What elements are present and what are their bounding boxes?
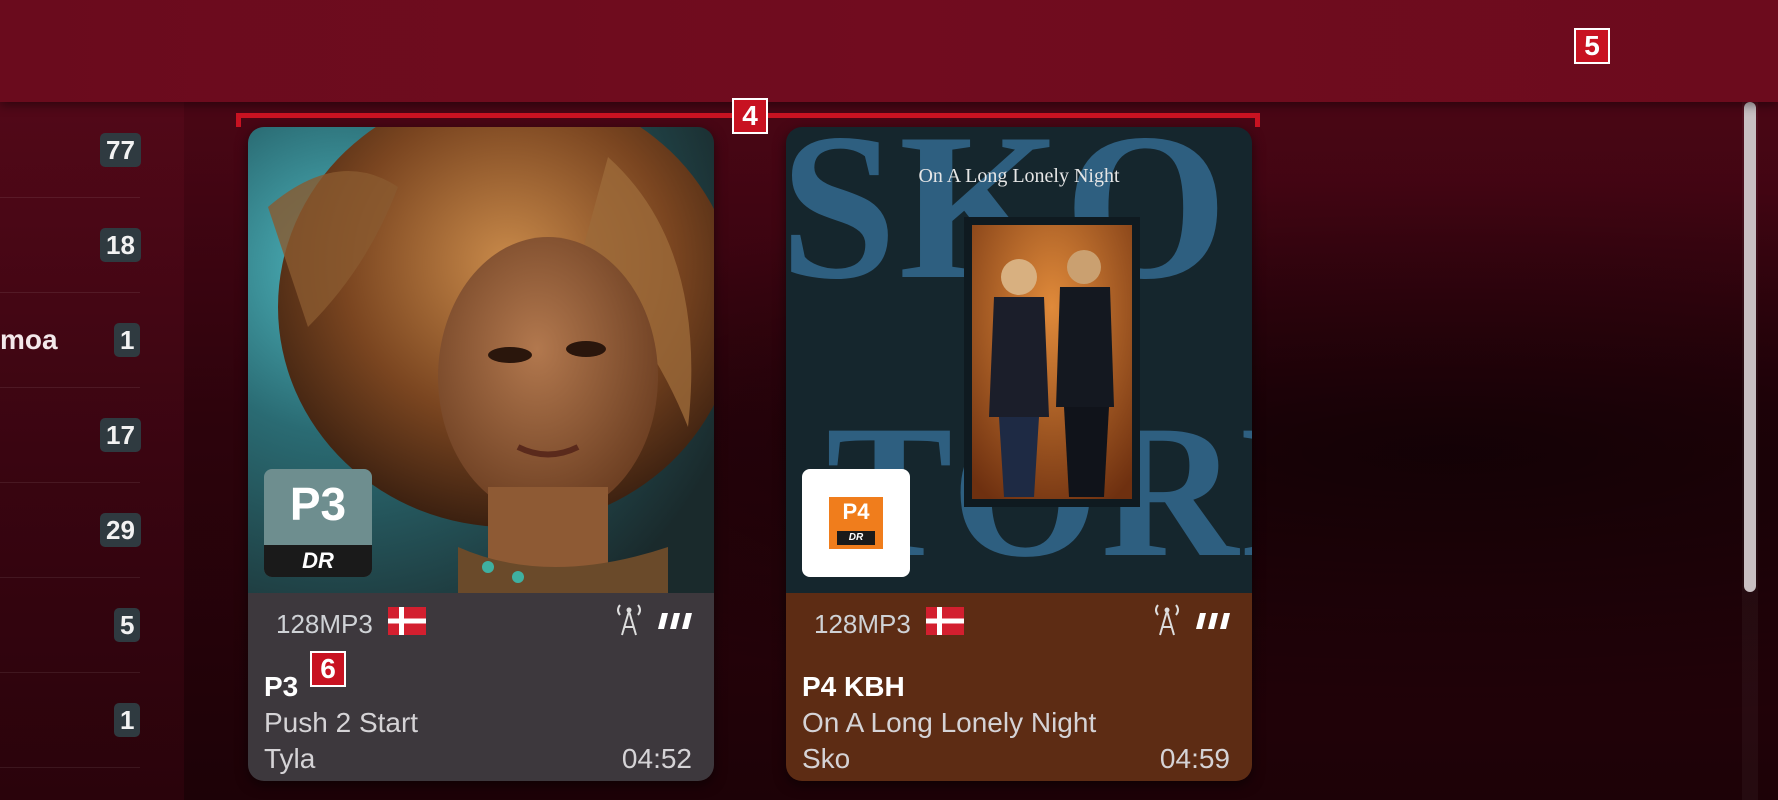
station-logo: P3 DR xyxy=(264,469,372,577)
sidebar-item[interactable]: 1 xyxy=(0,672,141,768)
count-badge: 17 xyxy=(100,417,141,452)
broadcast-tower-icon xyxy=(1155,604,1179,636)
signal-bars-icon xyxy=(1196,613,1230,629)
count-badge: 1 xyxy=(114,702,141,737)
sidebar: 77 18 moa 1 17 29 5 1 xyxy=(0,102,184,800)
sidebar-item[interactable]: 29 xyxy=(0,482,141,578)
sidebar-item-label: moa xyxy=(0,323,58,355)
station-info: 128MP3 P4 KBH On A Long Lonely Night Sko… xyxy=(786,593,1252,781)
sidebar-item-moa[interactable]: moa 1 xyxy=(0,292,141,388)
sidebar-item[interactable]: 5 xyxy=(0,577,141,673)
duration: 04:52 xyxy=(621,743,692,774)
annotation-marker-4: 4 xyxy=(732,98,768,134)
scrollbar-thumb[interactable] xyxy=(1744,102,1756,592)
station-card-p4-kbh[interactable]: SKO TORP On A Long Lonely Night P4 DR xyxy=(786,127,1252,781)
annotation-marker-5: 5 xyxy=(1574,28,1610,64)
sidebar-item[interactable]: 77 xyxy=(0,102,141,198)
song-title: Push 2 Start xyxy=(264,707,419,738)
station-info: 128MP3 P3 Push 2 Start Tyla 04:52 xyxy=(248,593,714,781)
bitrate: 128MP3 xyxy=(814,609,911,639)
count-badge: 29 xyxy=(100,512,141,547)
signal-bars-icon xyxy=(658,613,692,629)
album-title: On A Long Lonely Night xyxy=(918,165,1120,187)
count-badge: 77 xyxy=(100,132,141,167)
logo-sub: DR xyxy=(837,531,875,545)
sidebar-item[interactable]: 17 xyxy=(0,387,141,483)
logo-text: P4 xyxy=(842,499,870,524)
logo-text: P3 xyxy=(289,478,347,530)
logo-sub: DR xyxy=(264,545,372,577)
station-name: P4 KBH xyxy=(802,671,905,702)
broadcast-tower-icon xyxy=(617,604,641,636)
denmark-flag-icon xyxy=(388,607,426,635)
bitrate: 128MP3 xyxy=(276,609,373,639)
annotation-marker-6: 6 xyxy=(310,651,346,687)
sidebar-item[interactable]: 18 xyxy=(0,197,141,293)
count-badge: 1 xyxy=(114,322,141,357)
song-title: On A Long Lonely Night xyxy=(802,707,1097,738)
count-badge: 18 xyxy=(100,227,141,262)
album-photo xyxy=(964,217,1140,507)
top-bar xyxy=(0,0,1778,102)
artist-name: Sko xyxy=(802,743,851,774)
logo-block: P4 DR xyxy=(829,497,883,549)
duration: 04:59 xyxy=(1159,743,1230,774)
station-name: P3 xyxy=(264,671,299,702)
artist-name: Tyla xyxy=(264,743,316,774)
station-logo: P4 DR xyxy=(802,469,910,577)
count-badge: 5 xyxy=(114,607,141,642)
denmark-flag-icon xyxy=(926,607,964,635)
